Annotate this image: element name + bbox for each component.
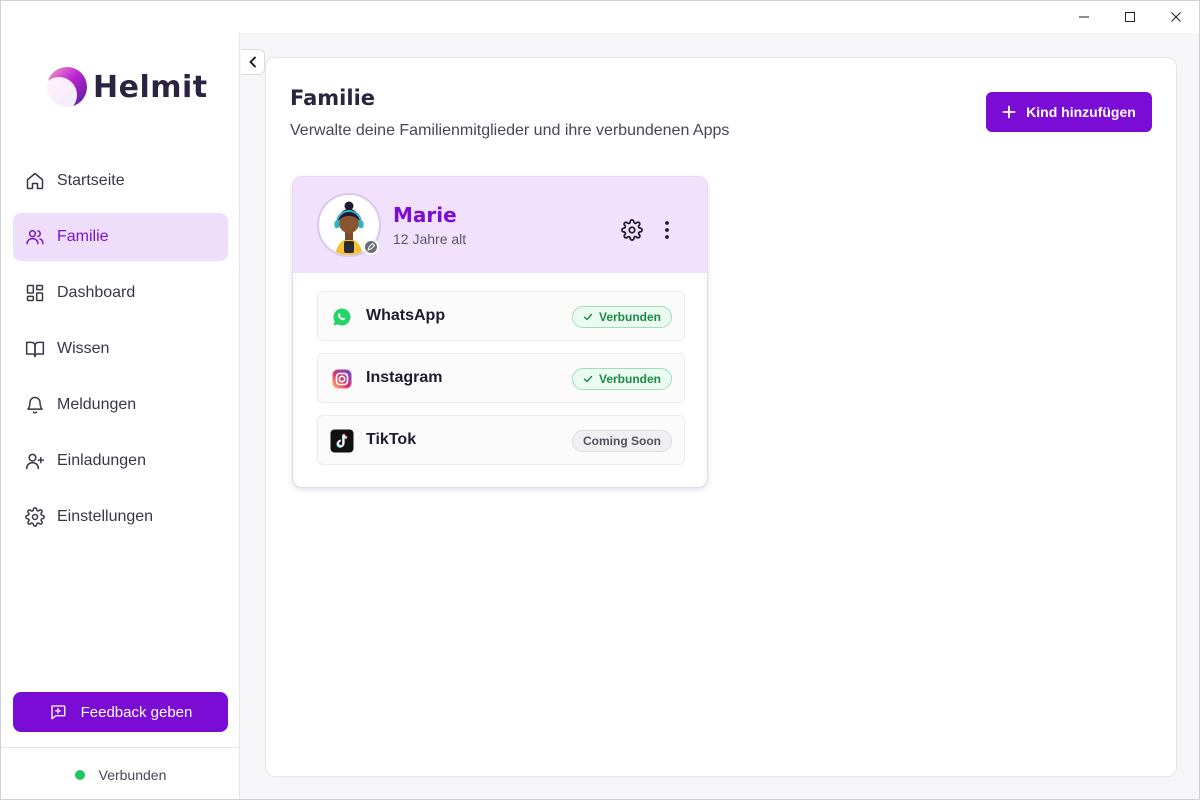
- status-badge: Verbunden: [571, 306, 672, 328]
- page-title: Familie: [290, 86, 376, 110]
- child-card: Marie 12 Jahre alt WhatsApp Verbunden In…: [292, 176, 708, 488]
- feedback-icon: [50, 705, 66, 720]
- sidebar-item-label: Einstellungen: [57, 508, 154, 525]
- app-name: WhatsApp: [366, 307, 446, 324]
- check-icon: [583, 313, 593, 321]
- gear-icon: [621, 219, 643, 241]
- sidebar-item-dashboard[interactable]: Dashboard: [13, 269, 228, 317]
- user-plus-icon: [25, 453, 45, 470]
- maximize-button[interactable]: [1107, 1, 1153, 33]
- add-child-label: Kind hinzufügen: [1026, 104, 1136, 120]
- app-name: Instagram: [366, 369, 443, 386]
- child-more-button[interactable]: [659, 219, 675, 241]
- collapse-sidebar-button[interactable]: [241, 49, 265, 75]
- check-icon: [583, 375, 593, 383]
- close-button[interactable]: [1153, 1, 1199, 33]
- minimize-icon: [1079, 16, 1089, 18]
- status-badge: Coming Soon: [572, 430, 672, 452]
- more-vertical-icon: [665, 221, 669, 239]
- sidebar-item-einladungen[interactable]: Einladungen: [13, 437, 228, 485]
- plus-icon: [1002, 105, 1016, 119]
- home-icon: [26, 172, 44, 190]
- sidebar-item-einstellungen[interactable]: Einstellungen: [13, 493, 228, 541]
- sidebar-item-label: Dashboard: [57, 284, 136, 301]
- app-row-tiktok[interactable]: TikTok Coming Soon: [317, 415, 685, 465]
- edit-avatar-button[interactable]: [363, 239, 379, 255]
- book-icon: [25, 341, 45, 358]
- logo: Helmit: [41, 65, 208, 109]
- dashboard-icon: [26, 284, 44, 302]
- sidebar-item-wissen[interactable]: Wissen: [13, 325, 228, 373]
- page-subtitle: Verwalte deine Familienmitglieder und ih…: [290, 122, 730, 139]
- sidebar-item-startseite[interactable]: Startseite: [13, 157, 228, 205]
- app-row-whatsapp[interactable]: WhatsApp Verbunden: [317, 291, 685, 341]
- sidebar-item-label: Familie: [57, 228, 109, 245]
- users-icon: [26, 230, 44, 245]
- child-age: 12 Jahre alt: [393, 231, 467, 247]
- connected-apps-list: WhatsApp Verbunden Instagram Verbunden T…: [317, 291, 685, 477]
- add-child-button[interactable]: Kind hinzufügen: [986, 92, 1152, 132]
- sidebar-item-meldungen[interactable]: Meldungen: [13, 381, 228, 429]
- app-name: TikTok: [366, 431, 417, 448]
- whatsapp-icon: [333, 308, 351, 326]
- close-icon: [1171, 12, 1181, 22]
- sidebar-item-label: Meldungen: [57, 396, 137, 413]
- app-window: Helmit Startseite Familie Dashboard Wiss…: [0, 0, 1200, 800]
- status-badge-label: Coming Soon: [583, 434, 661, 448]
- pencil-icon: [367, 243, 375, 251]
- child-card-header: Marie 12 Jahre alt: [293, 177, 707, 273]
- tiktok-icon: [330, 429, 354, 453]
- gear-icon: [25, 507, 45, 527]
- brand-name: Helmit: [93, 69, 208, 105]
- app-row-instagram[interactable]: Instagram Verbunden: [317, 353, 685, 403]
- instagram-icon: [332, 369, 352, 389]
- minimize-button[interactable]: [1061, 1, 1107, 33]
- title-bar: [1, 1, 1199, 33]
- sidebar: Helmit Startseite Familie Dashboard Wiss…: [1, 33, 240, 799]
- sidebar-divider: [1, 747, 240, 748]
- main-panel: Familie Verwalte deine Familienmitgliede…: [265, 57, 1177, 777]
- child-name: Marie: [393, 203, 457, 227]
- status-badge-label: Verbunden: [598, 310, 661, 324]
- child-settings-button[interactable]: [621, 219, 643, 241]
- sidebar-item-label: Wissen: [57, 340, 110, 357]
- chevron-left-icon: [249, 56, 256, 68]
- sidebar-nav: Startseite Familie Dashboard Wissen Meld…: [13, 157, 228, 549]
- sidebar-item-label: Einladungen: [57, 452, 146, 469]
- sidebar-item-label: Startseite: [57, 172, 125, 189]
- connection-status: Verbunden: [1, 767, 240, 783]
- status-badge-label: Verbunden: [598, 372, 661, 386]
- bell-icon: [27, 396, 43, 414]
- helmit-logo-icon: [41, 67, 87, 109]
- maximize-icon: [1125, 12, 1135, 22]
- feedback-button-label: Feedback geben: [80, 703, 193, 721]
- sidebar-item-familie[interactable]: Familie: [13, 213, 228, 261]
- status-badge: Verbunden: [571, 368, 672, 390]
- feedback-button[interactable]: Feedback geben: [13, 692, 228, 732]
- status-label: Verbunden: [98, 767, 167, 783]
- status-dot-icon: [74, 770, 85, 780]
